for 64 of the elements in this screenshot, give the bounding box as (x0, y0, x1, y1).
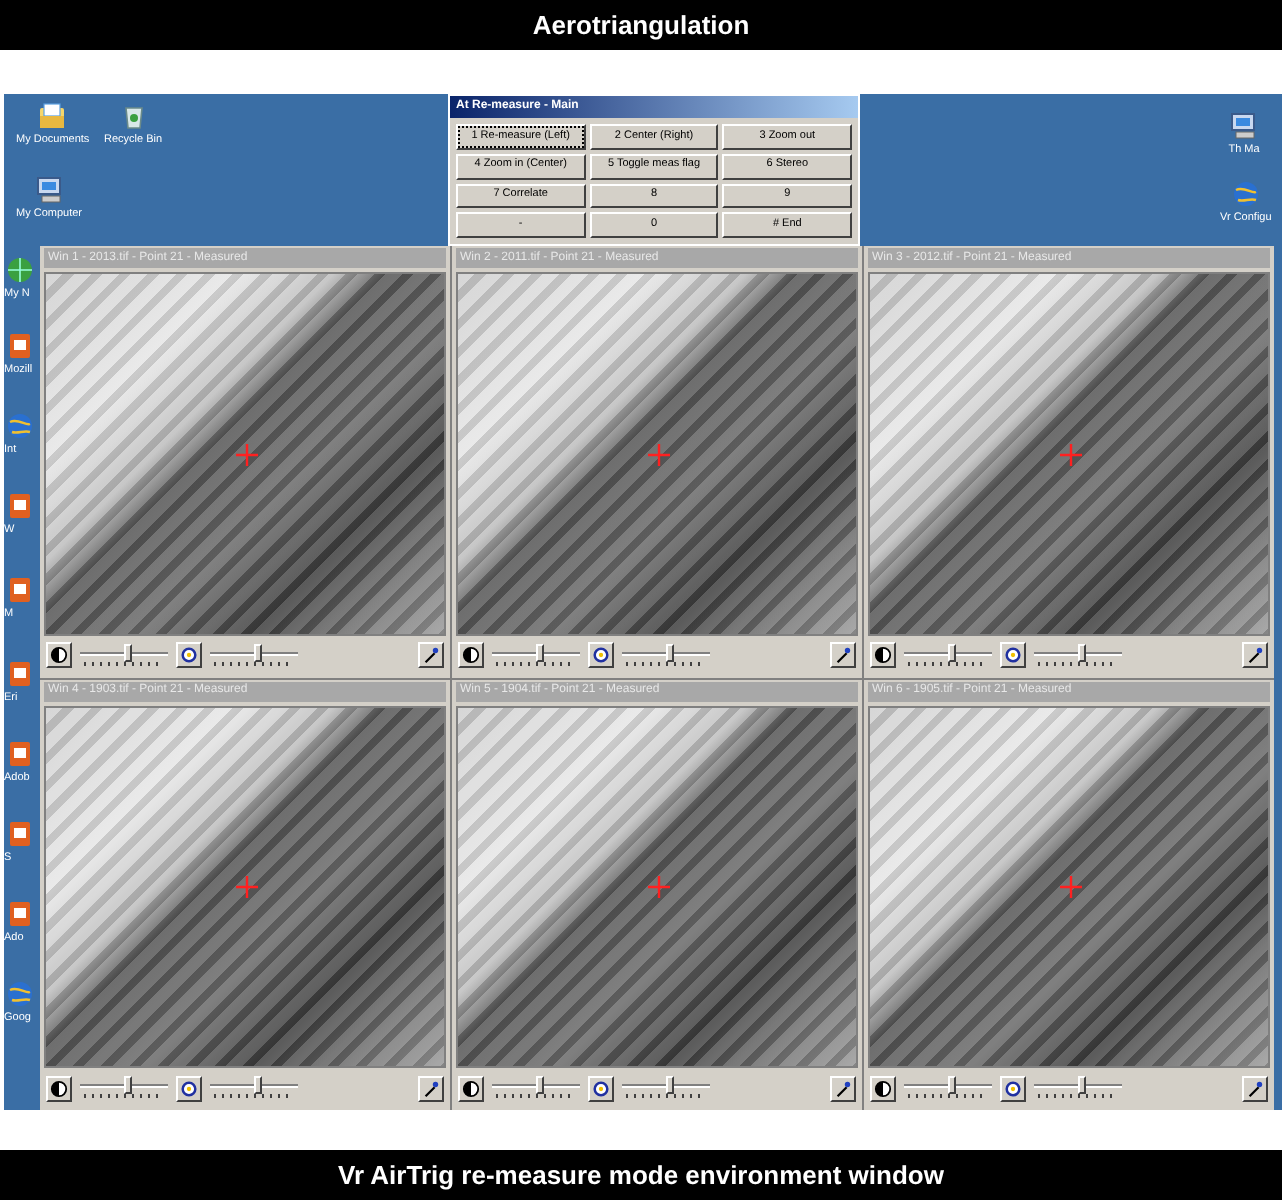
brightness-icon[interactable] (588, 642, 614, 668)
contrast-icon[interactable] (458, 1075, 484, 1101)
slider-thumb[interactable] (1078, 1076, 1087, 1094)
page-title: Aerotriangulation (532, 12, 750, 38)
slider[interactable] (904, 643, 992, 667)
pen-icon[interactable] (418, 642, 444, 668)
slider-thumb[interactable] (254, 643, 263, 661)
app-icon[interactable] (4, 330, 36, 362)
app-icon[interactable] (4, 490, 36, 522)
slider[interactable] (904, 1076, 992, 1100)
crosshair-icon (235, 876, 257, 899)
slider-thumb[interactable] (666, 1076, 675, 1094)
caption: Vr AirTrig re-measure mode environment window (338, 1157, 944, 1194)
contrast-icon[interactable] (46, 1075, 72, 1101)
pen-icon[interactable] (1242, 642, 1268, 668)
pen-icon[interactable] (830, 1075, 856, 1101)
slider-thumb[interactable] (536, 1076, 545, 1094)
brightness-icon[interactable] (176, 1075, 202, 1101)
contrast-icon[interactable] (458, 642, 484, 668)
crosshair-icon (647, 443, 669, 466)
globe-icon[interactable] (1229, 178, 1262, 210)
slider-thumb[interactable] (948, 1076, 957, 1094)
computer-icon[interactable] (33, 174, 65, 206)
crosshair-icon (235, 443, 257, 466)
folder-icon[interactable] (36, 100, 69, 132)
contrast-icon[interactable] (870, 1075, 896, 1101)
app-icon[interactable] (4, 898, 36, 930)
slider-thumb[interactable] (124, 643, 133, 661)
globe-icon[interactable] (4, 254, 36, 286)
slider[interactable] (80, 1076, 168, 1100)
globe-icon[interactable] (4, 410, 36, 442)
pen-icon[interactable] (1242, 1075, 1268, 1101)
contrast-icon[interactable] (46, 642, 72, 668)
slider-thumb[interactable] (1078, 643, 1087, 661)
app-icon[interactable] (4, 658, 36, 690)
brightness-icon[interactable] (1000, 1075, 1026, 1101)
slider[interactable] (210, 643, 298, 667)
slider[interactable] (622, 1076, 710, 1100)
slider-thumb[interactable] (948, 643, 957, 661)
app-icon[interactable] (4, 738, 36, 770)
brightness-icon[interactable] (176, 642, 202, 668)
brightness-icon[interactable] (588, 1075, 614, 1101)
slider-thumb[interactable] (124, 1076, 133, 1094)
slider-thumb[interactable] (254, 1076, 263, 1094)
crosshair-icon (1059, 443, 1081, 466)
slider[interactable] (1034, 643, 1122, 667)
app-icon[interactable] (4, 818, 36, 850)
pen-icon[interactable] (830, 642, 856, 668)
slider[interactable] (80, 643, 168, 667)
crosshair-icon (1059, 876, 1081, 899)
slider-thumb[interactable] (666, 643, 675, 661)
slider[interactable] (492, 643, 580, 667)
slider[interactable] (622, 643, 710, 667)
contrast-icon[interactable] (870, 642, 896, 668)
brightness-icon[interactable] (1000, 642, 1026, 668)
globe-icon[interactable] (4, 978, 36, 1010)
pen-icon[interactable] (418, 1075, 444, 1101)
slider[interactable] (1034, 1076, 1122, 1100)
slider-thumb[interactable] (536, 643, 545, 661)
app-icon[interactable] (4, 574, 36, 606)
crosshair-icon (647, 876, 669, 899)
slider[interactable] (210, 1076, 298, 1100)
slider[interactable] (492, 1076, 580, 1100)
computer-icon[interactable] (1228, 110, 1260, 142)
